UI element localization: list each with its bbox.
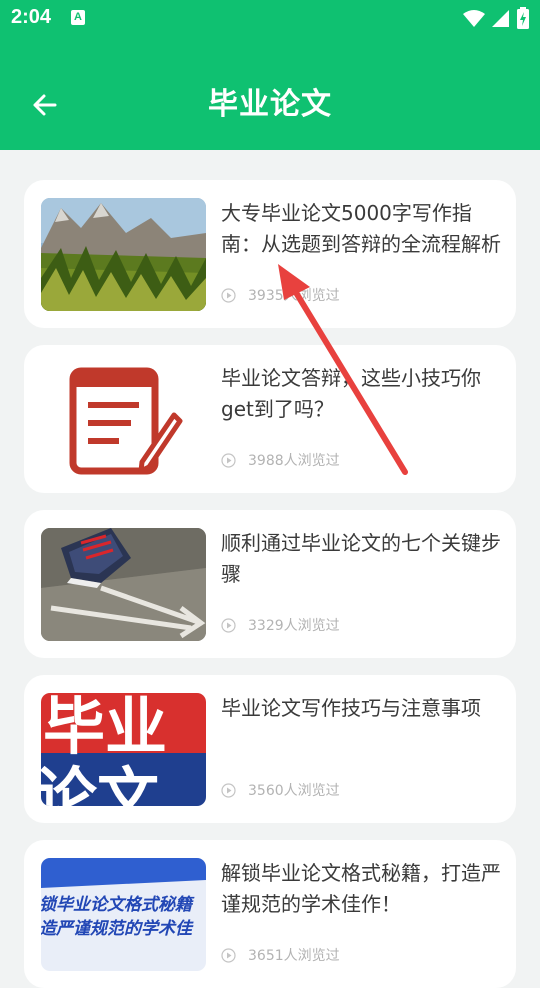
article-title: 解锁毕业论文格式秘籍，打造严谨规范的学术佳作！ — [221, 861, 501, 916]
view-count-text: 3935人浏览过 — [248, 288, 340, 304]
status-bar: 2:04 A — [0, 0, 540, 38]
article-card[interactable]: 毕业 论文 毕业论文写作技巧与注意事项 3560人浏览过 — [24, 675, 516, 823]
view-count-text: 3988人浏览过 — [248, 453, 340, 469]
wifi-icon — [462, 10, 485, 27]
article-card[interactable]: 大专毕业论文5000字写作指南：从选题到答辩的全流程解析 3935人浏览过 — [24, 180, 516, 328]
play-circle-icon — [221, 947, 236, 963]
view-count: 3651人浏览过 — [221, 945, 340, 965]
play-circle-icon — [221, 782, 236, 798]
view-count: 3988人浏览过 — [221, 450, 340, 470]
view-count-text: 3329人浏览过 — [248, 618, 340, 634]
poster-text-bottom: 论文 — [41, 760, 159, 806]
article-thumbnail-sneaker-arrow — [41, 528, 206, 641]
app-header: 2:04 A 毕业论文 — [0, 0, 540, 150]
play-circle-icon — [221, 287, 236, 303]
page-title: 毕业论文 — [208, 87, 332, 122]
article-title: 大专毕业论文5000字写作指南：从选题到答辩的全流程解析 — [221, 201, 501, 256]
play-circle-icon — [221, 452, 236, 468]
poster-text-line1: 锁毕业论文格式秘籍 — [41, 895, 195, 915]
article-title: 顺利通过毕业论文的七个关键步骤 — [221, 531, 501, 586]
view-count: 3329人浏览过 — [221, 615, 340, 635]
poster-text-line2: 造严谨规范的学术佳 — [41, 919, 194, 939]
article-card[interactable]: 顺利通过毕业论文的七个关键步骤 3329人浏览过 — [24, 510, 516, 658]
article-card[interactable]: 锁毕业论文格式秘籍 造严谨规范的学术佳 解锁毕业论文格式秘籍，打造严谨规范的学术… — [24, 840, 516, 988]
poster-text-top: 毕业 — [43, 693, 167, 763]
article-thumbnail-thesis-poster: 毕业 论文 — [41, 693, 206, 806]
play-circle-icon — [221, 617, 236, 633]
cell-signal-icon — [491, 10, 509, 27]
article-title: 毕业论文答辩，这些小技巧你get到了吗？ — [221, 366, 481, 421]
view-count: 3935人浏览过 — [221, 285, 340, 305]
article-title: 毕业论文写作技巧与注意事项 — [221, 696, 481, 720]
view-count-text: 3651人浏览过 — [248, 948, 340, 964]
view-count-text: 3560人浏览过 — [248, 783, 340, 799]
view-count: 3560人浏览过 — [221, 780, 340, 800]
article-thumbnail-format-poster: 锁毕业论文格式秘籍 造严谨规范的学术佳 — [41, 858, 206, 971]
status-time: 2:04 — [11, 6, 52, 28]
battery-icon — [517, 7, 529, 29]
notification-app-icon: A — [71, 10, 85, 25]
article-thumbnail-edit-document — [41, 363, 206, 476]
article-thumbnail-mountain-forest — [41, 198, 206, 311]
status-indicators — [462, 7, 530, 29]
article-card[interactable]: 毕业论文答辩，这些小技巧你get到了吗？ 3988人浏览过 — [24, 345, 516, 493]
